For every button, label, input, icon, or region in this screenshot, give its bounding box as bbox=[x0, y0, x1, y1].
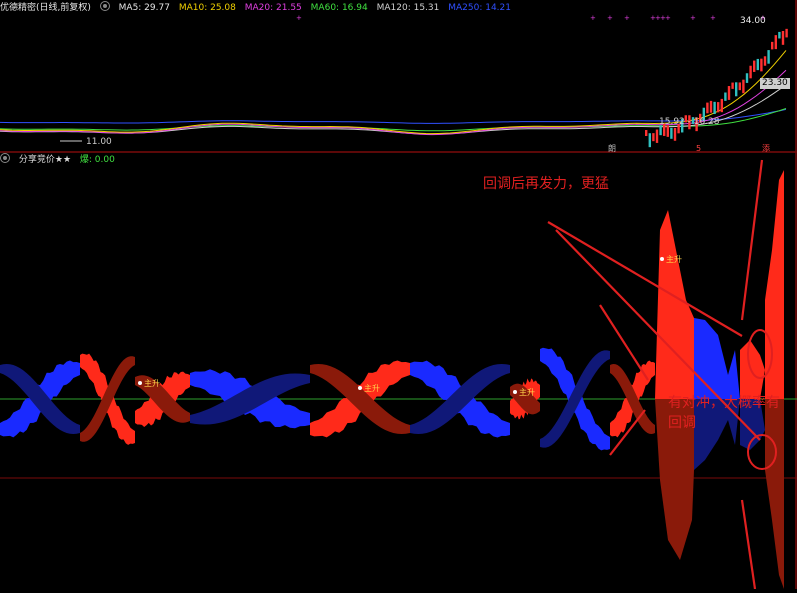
price-candle bbox=[655, 129, 659, 143]
indicator-header: 分享竞价★★ 爆: 0.00 bbox=[0, 152, 797, 166]
price-candle bbox=[673, 127, 677, 141]
price-candle bbox=[735, 82, 738, 97]
price-candle bbox=[763, 56, 767, 66]
signal-label: 主升 bbox=[666, 254, 682, 264]
ma5-label: MA5: 29.77 bbox=[118, 3, 170, 13]
final-surge-down bbox=[765, 399, 784, 589]
settings-dot-icon[interactable] bbox=[99, 1, 110, 11]
signal-dot bbox=[138, 381, 142, 385]
price-candle bbox=[742, 79, 745, 94]
price-candle bbox=[717, 102, 720, 113]
price-candle bbox=[745, 73, 749, 83]
price-candle bbox=[785, 28, 788, 38]
price-candle bbox=[727, 86, 731, 100]
stock-title: 优德精密(日线,前复权) bbox=[0, 3, 91, 13]
price-candle bbox=[767, 50, 770, 64]
arrow-right-down bbox=[740, 499, 757, 590]
annotation-upper: 回调后再发力，更猛 bbox=[483, 176, 609, 192]
price-candle bbox=[771, 41, 774, 50]
ma60-label: MA60: 16.94 bbox=[310, 3, 368, 13]
ma20-label: MA20: 21.55 bbox=[244, 3, 302, 13]
price-candle bbox=[645, 130, 648, 136]
price-candle bbox=[756, 58, 759, 71]
annotation-lower-line2: 回调 bbox=[668, 415, 696, 431]
signal-dot bbox=[513, 390, 517, 394]
price-candle bbox=[738, 82, 741, 91]
ma250-label: MA250: 14.21 bbox=[448, 3, 511, 13]
signal-label: 主升 bbox=[519, 387, 535, 397]
annotation-lower-line1: 有对冲，大概率有 bbox=[668, 395, 780, 411]
price-candle bbox=[648, 133, 651, 148]
price-candle bbox=[709, 100, 713, 113]
high-price-label: 34.00 bbox=[740, 16, 766, 26]
arrow-upper-1 bbox=[547, 221, 743, 337]
price-candle bbox=[720, 98, 723, 113]
current-price-label: 23.30 bbox=[760, 78, 790, 89]
ma10-label: MA10: 25.08 bbox=[178, 3, 236, 13]
price-candle bbox=[713, 101, 716, 115]
low-price-label: 11.00 bbox=[86, 137, 112, 147]
arrow-right-up bbox=[740, 159, 764, 321]
main-chart-header: 优德精密(日线,前复权) MA5: 29.77 MA10: 25.08 MA20… bbox=[0, 0, 797, 16]
indicator-settings-dot-icon[interactable] bbox=[0, 153, 10, 163]
price-candle bbox=[670, 127, 673, 139]
price-candle bbox=[778, 31, 781, 39]
price-candle bbox=[706, 102, 709, 114]
signal-dot bbox=[358, 386, 362, 390]
chart-stage: + + + + + + + + + + + 主升 主升 主升 主升 优德精密(日线,前复权) MA5: 29… bbox=[0, 0, 797, 590]
price-candle bbox=[731, 82, 734, 89]
final-surge-up bbox=[765, 170, 784, 399]
signal-dot bbox=[660, 257, 664, 261]
indicator-title: 分享竞价★★ bbox=[18, 155, 72, 165]
price-candle bbox=[724, 92, 727, 101]
price-candle bbox=[652, 133, 655, 142]
chart-canvas[interactable]: + + + + + + + + + + +主升主升 主升主升 bbox=[0, 0, 797, 590]
range-price-label: 15.92 - 16.28 bbox=[659, 117, 720, 127]
signal-label: 主升 bbox=[144, 378, 160, 388]
price-candle bbox=[749, 65, 752, 79]
price-candle bbox=[774, 35, 777, 50]
price-candle bbox=[781, 30, 785, 45]
ma120-label: MA120: 15.31 bbox=[376, 3, 440, 13]
price-candle bbox=[760, 58, 763, 72]
indicator-value: 爆: 0.00 bbox=[79, 155, 115, 165]
price-candle bbox=[753, 60, 756, 72]
late-band-up bbox=[740, 340, 765, 399]
signal-label: 主升 bbox=[364, 383, 380, 393]
